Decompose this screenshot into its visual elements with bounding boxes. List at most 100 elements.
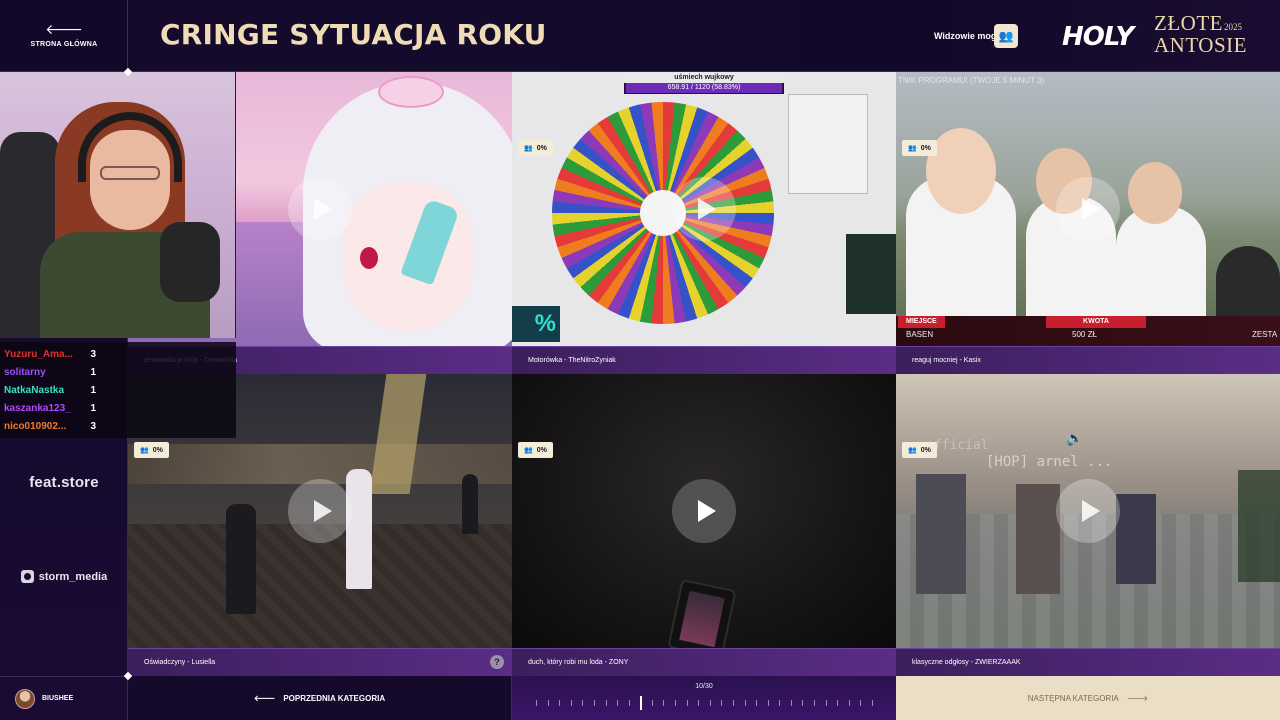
- leaderboard-count: 1: [90, 366, 96, 378]
- users-icon: 👥: [524, 145, 533, 152]
- progress-tick: [837, 700, 839, 706]
- progress-tick: [779, 700, 781, 706]
- user-profile[interactable]: BIUSHEE: [0, 676, 128, 720]
- viewers-percent: 0%: [920, 144, 931, 152]
- progress-tick: [744, 700, 746, 706]
- video-tile-6[interactable]: official [HOP] arnel ... 🔈 👥 0% klasyczn…: [896, 374, 1280, 676]
- progress-tick: [675, 700, 677, 706]
- play-icon[interactable]: [672, 479, 736, 543]
- user-name: BIUSHEE: [42, 695, 74, 702]
- overlay-progress: uśmiech wujkowy 658.91 / 1120 (58.83%): [624, 72, 784, 94]
- video-caption: Oświadczyny - Lusiella: [128, 648, 512, 676]
- home-button-label: STRONA GŁÓWNA: [30, 41, 98, 48]
- info-value-a: BASEN: [906, 330, 934, 339]
- info-label-b: KWOTA: [1046, 316, 1146, 328]
- video-tile-3[interactable]: TNIK PROGRAMU! (TWOJE 5 MINUT 3) MIEJSCE…: [896, 72, 1280, 374]
- video-tile-5[interactable]: 👥 0% duch, który robi mu loda - ZONY: [512, 374, 896, 676]
- sponsor-storm-media-label: storm_media: [38, 570, 108, 583]
- viewers-toggle-button[interactable]: 👥: [994, 24, 1018, 48]
- progress-tick: [872, 700, 873, 706]
- leaderboard-count: 1: [90, 402, 96, 414]
- viewers-badge: 👥 0%: [902, 140, 937, 156]
- leaderboard-nick: nico010902...: [4, 420, 67, 432]
- progress-tick: [617, 700, 619, 706]
- viewers-badge: 👥 0%: [902, 442, 937, 458]
- bottom-navigation: 🡐 POPRZEDNIA KATEGORIA 10/30 NASTĘPNA KA…: [128, 676, 1280, 720]
- progress-tick: [698, 700, 700, 706]
- progress-tick: [814, 700, 816, 706]
- arrow-left-icon: 🡐: [45, 21, 83, 37]
- progress-tick: [536, 700, 537, 706]
- users-icon: 👥: [908, 447, 917, 454]
- header: CRINGE SYTUACJA ROKU Widzowie mogą 👥 HOL…: [128, 0, 1280, 72]
- leaderboard-row: Yuzuru_Ama... 3: [4, 345, 96, 363]
- info-label-a: MIEJSCE: [898, 316, 945, 328]
- leaderboard-row: kaszanka123_ 1: [4, 399, 96, 417]
- info-value-b: 500 ZŁ: [1072, 330, 1097, 339]
- storm-media-logo-icon: [20, 570, 34, 583]
- video-thumbnail: TNIK PROGRAMU! (TWOJE 5 MINUT 3) MIEJSCE…: [896, 72, 1280, 346]
- speaker-icon: 🔈: [1066, 430, 1084, 446]
- overlay-title: uśmiech wujkowy: [624, 72, 784, 83]
- viewers-badge: 👥 0%: [518, 442, 553, 458]
- progress-tick: [709, 700, 711, 706]
- progress-tick: [547, 700, 549, 706]
- video-caption: klasyczne odgłosy - ZWIERZAAAK: [896, 648, 1280, 676]
- progress-tick: [651, 700, 653, 706]
- logo-year: 2025: [1224, 22, 1242, 32]
- video-caption: Motorówka - TheNitroZyniak: [512, 346, 896, 374]
- play-icon[interactable]: [288, 479, 352, 543]
- progress-tick: [593, 700, 595, 706]
- video-thumbnail: uśmiech wujkowy 658.91 / 1120 (58.83%) %…: [512, 72, 896, 346]
- prize-wheel: [552, 102, 774, 324]
- leaderboard-count: 1: [90, 384, 96, 396]
- arrow-left-icon: 🡐: [253, 694, 276, 703]
- previous-category-label: POPRZEDNIA KATEGORIA: [283, 693, 386, 703]
- users-icon: 👥: [998, 29, 1014, 43]
- progress-tick: [582, 700, 584, 706]
- progress-tick: [570, 700, 572, 706]
- play-icon[interactable]: [1056, 479, 1120, 543]
- progress-tick: [802, 700, 804, 706]
- progress-tick: [790, 700, 792, 706]
- logo-holy: HOLY: [1062, 22, 1134, 52]
- sponsor-feat-store: feat.store: [29, 474, 99, 491]
- progress-tick: [605, 700, 607, 706]
- info-strip: MIEJSCE BASEN KWOTA 500 ZŁ ZESTA: [896, 316, 1280, 346]
- users-icon: 👥: [524, 447, 533, 454]
- overlay-progress-value: 658.91 / 1120 (58.83%): [626, 83, 782, 93]
- progress-tick-current: [640, 696, 643, 710]
- leaderboard-count: 3: [90, 420, 96, 432]
- chat-leaderboard: Yuzuru_Ama... 3 solitarny 1 NatkaNastka 1 kasz…: [0, 342, 236, 438]
- category-progress: 10/30: [512, 676, 896, 720]
- viewers-percent: 0%: [152, 446, 163, 454]
- viewers-badge: 👥 0%: [518, 140, 553, 156]
- progress-tick: [848, 700, 850, 706]
- game-text: [HOP] arnel ...: [986, 454, 1113, 470]
- logo-antosie-text: ANTOSIE: [1154, 33, 1247, 57]
- play-icon[interactable]: [1056, 177, 1120, 241]
- next-category-button[interactable]: NASTĘPNA KATEGORIA 🡒: [896, 676, 1280, 720]
- help-icon[interactable]: ?: [490, 655, 504, 669]
- play-icon[interactable]: [672, 177, 736, 241]
- info-value-c: ZESTA: [1252, 330, 1278, 339]
- viewers-badge: 👥 0%: [134, 442, 169, 458]
- progress-tick: [825, 700, 827, 706]
- progress-tick: [721, 700, 723, 706]
- video-overlay-text: TNIK PROGRAMU! (TWOJE 5 MINUT 3): [898, 76, 1045, 85]
- video-thumbnail: official [HOP] arnel ... 🔈 👥 0%: [896, 374, 1280, 648]
- leaderboard-row: solitarny 1: [4, 363, 96, 381]
- video-tile-2[interactable]: uśmiech wujkowy 658.91 / 1120 (58.83%) %…: [512, 72, 896, 374]
- users-icon: 👥: [908, 145, 917, 152]
- page-title: CRINGE SYTUACJA ROKU: [160, 18, 547, 51]
- category-progress-label: 10/30: [695, 683, 713, 690]
- leaderboard-nick: NatkaNastka: [4, 384, 65, 396]
- viewers-percent: 0%: [536, 144, 547, 152]
- play-icon[interactable]: [288, 177, 352, 241]
- home-button[interactable]: 🡐 STRONA GŁÓWNA: [0, 0, 128, 72]
- progress-tick: [767, 700, 769, 706]
- video-caption: duch, który robi mu loda - ZONY: [512, 648, 896, 676]
- sponsor-storm-media: storm_media: [0, 570, 128, 583]
- progress-tick: [686, 700, 688, 706]
- previous-category-button[interactable]: 🡐 POPRZEDNIA KATEGORIA: [128, 676, 512, 720]
